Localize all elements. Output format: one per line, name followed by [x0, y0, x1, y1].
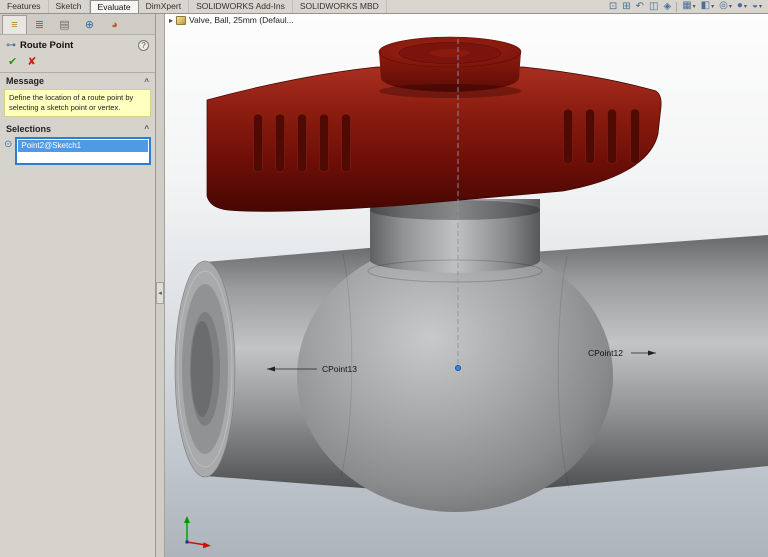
model-scene[interactable]: CPoint13 CPoint12 — [165, 14, 768, 557]
property-manager-panel: ≡ ≣ ▤ ⊕ ◕ ⊶ Route Point ? ✔ ✘ Message ^ … — [0, 14, 156, 557]
z-axis-icon — [186, 541, 189, 544]
route-point-icon: ⊶ — [6, 40, 16, 51]
cancel-button[interactable]: ✘ — [27, 55, 36, 68]
hide-show-items-icon[interactable]: ◎▾ — [719, 0, 732, 14]
chevron-down-icon: ▾ — [729, 4, 732, 10]
collapse-chevron-icon[interactable]: ^ — [144, 124, 149, 133]
annotation-views-icon[interactable]: ◈ — [663, 0, 671, 13]
tab-evaluate[interactable]: Evaluate — [90, 0, 139, 13]
message-text: Define the location of a route point by … — [4, 89, 151, 117]
message-section-label: Message — [6, 76, 44, 86]
chevron-down-icon: ▾ — [759, 4, 762, 10]
breadcrumb-expander-icon[interactable]: ▸ — [169, 16, 173, 25]
displaymanager-tab[interactable]: ≣ — [27, 15, 52, 34]
breadcrumb-label[interactable]: Valve, Ball, 25mm (Defaul... — [189, 15, 294, 25]
valve-body[interactable] — [297, 240, 613, 512]
dimxpert-manager-tab[interactable]: ⊕ — [77, 15, 102, 34]
handle-cap — [379, 37, 521, 98]
view-settings-icon[interactable]: ◒▾ — [752, 0, 762, 14]
appearance-icon[interactable]: ●▾ — [737, 0, 747, 14]
selections-section-label: Selections — [6, 124, 51, 134]
toolbar-separator — [676, 2, 677, 12]
help-icon[interactable]: ? — [138, 40, 149, 51]
selection-list-item[interactable]: Point2@Sketch1 — [18, 140, 148, 152]
tab-dimxpert[interactable]: DimXpert — [139, 0, 189, 13]
zoom-area-icon[interactable]: ⊞ — [622, 0, 630, 13]
route-point-marker[interactable] — [455, 365, 460, 370]
breadcrumb[interactable]: ▸ Valve, Ball, 25mm (Defaul... — [169, 15, 294, 25]
ok-button[interactable]: ✔ — [8, 55, 17, 68]
collapse-chevron-icon[interactable]: ^ — [144, 77, 149, 86]
view-toolbar: ⊡ ⊞ ↶ ◫ ◈ ▦▾ ◧▾ ◎▾ ●▾ ◒▾ — [609, 0, 768, 13]
appearances-tab[interactable]: ◕ — [102, 15, 127, 34]
selection-listbox[interactable]: Point2@Sketch1 — [15, 137, 151, 165]
part-icon — [176, 16, 186, 25]
message-section-header[interactable]: Message ^ — [0, 73, 155, 88]
tab-solidworks-mbd[interactable]: SOLIDWORKS MBD — [293, 0, 387, 13]
chevron-down-icon: ▾ — [693, 4, 696, 10]
graphics-area[interactable]: ▸ Valve, Ball, 25mm (Defaul... — [165, 14, 768, 557]
page-title: Route Point — [20, 40, 134, 51]
previous-view-icon[interactable]: ↶ — [636, 0, 644, 13]
panel-tab-strip: ≡ ≣ ▤ ⊕ ◕ — [0, 14, 155, 35]
propertymanager-tab[interactable]: ≡ — [2, 15, 27, 34]
annotation-label[interactable]: CPoint13 — [322, 364, 357, 374]
chevron-down-icon: ▾ — [744, 4, 747, 10]
coordinate-triad — [184, 516, 211, 548]
valve-handle[interactable] — [207, 37, 661, 211]
ribbon-tab-bar: Features Sketch Evaluate DimXpert SOLIDW… — [0, 0, 768, 14]
tab-solidworks-add-ins[interactable]: SOLIDWORKS Add-Ins — [189, 0, 293, 13]
display-style-icon[interactable]: ◧▾ — [701, 0, 714, 14]
zoom-to-fit-icon[interactable]: ⊡ — [609, 0, 617, 13]
tab-features[interactable]: Features — [0, 0, 49, 13]
view-orientation-icon[interactable]: ▦▾ — [682, 0, 695, 14]
property-manager-header: ⊶ Route Point ? — [0, 35, 155, 54]
selections-row: ⊙ Point2@Sketch1 — [4, 137, 151, 165]
chevron-down-icon: ▾ — [711, 4, 714, 10]
configurations-tab[interactable]: ▤ — [52, 15, 77, 34]
section-view-icon[interactable]: ◫ — [649, 0, 658, 13]
selections-section-header[interactable]: Selections ^ — [0, 121, 155, 136]
vertex-filter-icon: ⊙ — [4, 139, 12, 150]
annotation-label[interactable]: CPoint12 — [588, 348, 623, 358]
tab-bar-spacer — [387, 0, 609, 13]
confirm-row: ✔ ✘ — [0, 54, 155, 73]
x-axis-icon — [187, 542, 206, 545]
panel-splitter[interactable]: ◂ — [156, 14, 165, 557]
panel-collapse-button[interactable]: ◂ — [156, 282, 164, 304]
tab-sketch[interactable]: Sketch — [49, 0, 90, 13]
